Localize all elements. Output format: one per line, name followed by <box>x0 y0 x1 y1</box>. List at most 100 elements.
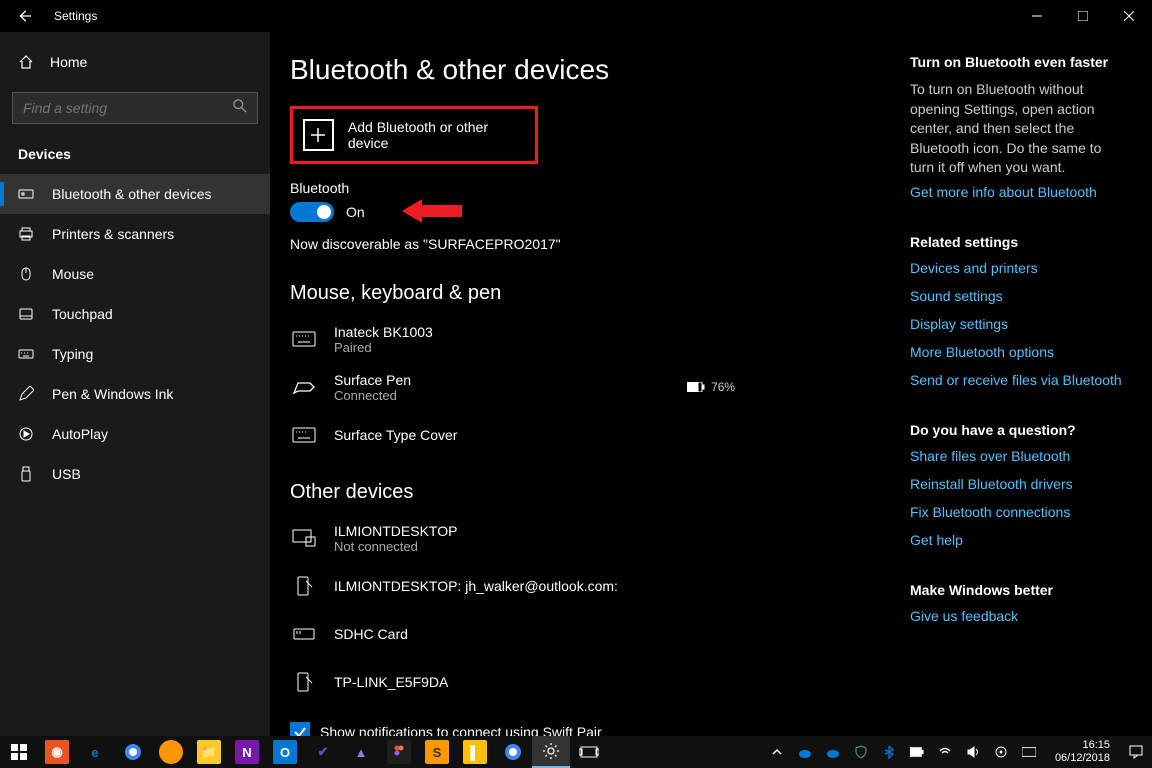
tray-chevron-up-icon[interactable] <box>769 744 785 760</box>
main-panel: Bluetooth & other devices Add Bluetooth … <box>290 54 910 736</box>
tray-onedrive-icon[interactable] <box>797 744 813 760</box>
tray-onedrive-icon[interactable] <box>825 744 841 760</box>
related-link[interactable]: More Bluetooth options <box>910 344 1124 360</box>
add-device-highlight: Add Bluetooth or other device <box>290 106 538 164</box>
close-button[interactable] <box>1106 0 1152 32</box>
desktop-icon <box>290 528 318 548</box>
sidebar-section-header: Devices <box>0 138 270 174</box>
device-name: ILMIONTDESKTOP <box>334 523 457 539</box>
keyboard-icon <box>290 329 318 349</box>
related-link[interactable]: Send or receive files via Bluetooth <box>910 372 1124 388</box>
taskbar-chrome[interactable] <box>494 736 532 768</box>
page-title: Bluetooth & other devices <box>290 54 910 86</box>
tip-heading: Turn on Bluetooth even faster <box>910 54 1124 70</box>
tip-more-link[interactable]: Get more info about Bluetooth <box>910 184 1124 200</box>
nav-pen[interactable]: Pen & Windows Ink <box>0 374 270 414</box>
pen-icon <box>290 377 318 397</box>
tray-location-icon[interactable] <box>993 744 1009 760</box>
home-nav[interactable]: Home <box>0 42 270 82</box>
taskbar-todo[interactable]: ✔ <box>304 736 342 768</box>
nav-label: AutoPlay <box>52 426 108 442</box>
taskbar-firefox[interactable] <box>152 736 190 768</box>
related-link[interactable]: Display settings <box>910 316 1124 332</box>
taskbar-onenote[interactable]: N <box>228 736 266 768</box>
plus-icon <box>303 119 334 151</box>
taskbar-sublime[interactable]: S <box>418 736 456 768</box>
help-link[interactable]: Get help <box>910 532 1124 548</box>
device-item[interactable]: Surface Type Cover <box>290 411 910 459</box>
help-link[interactable]: Fix Bluetooth connections <box>910 504 1124 520</box>
tray-bluetooth-icon[interactable] <box>881 744 897 760</box>
nav-label: Bluetooth & other devices <box>52 186 212 202</box>
section-other-devices: Other devices <box>290 481 910 504</box>
start-button[interactable] <box>0 736 38 768</box>
device-item[interactable]: ILMIONTDESKTOP: jh_walker@outlook.com: <box>290 562 910 610</box>
taskbar-app[interactable]: ▲ <box>342 736 380 768</box>
nav-usb[interactable]: USB <box>0 454 270 494</box>
phone-icon <box>290 576 318 596</box>
action-center-icon[interactable] <box>1128 744 1144 760</box>
taskbar-taskview[interactable] <box>570 736 608 768</box>
aside-panel: Turn on Bluetooth even faster To turn on… <box>910 54 1140 736</box>
minimize-button[interactable] <box>1014 0 1060 32</box>
search-input[interactable] <box>23 100 233 116</box>
help-link[interactable]: Reinstall Bluetooth drivers <box>910 476 1124 492</box>
swift-pair-checkbox-row[interactable]: Show notifications to connect using Swif… <box>290 722 910 736</box>
tray-keyboard-icon[interactable] <box>1021 744 1037 760</box>
device-item[interactable]: ILMIONTDESKTOPNot connected <box>290 514 910 562</box>
taskbar-app[interactable]: ▌ <box>456 736 494 768</box>
touchpad-icon <box>18 306 34 322</box>
search-box[interactable] <box>12 92 258 124</box>
taskbar-figma[interactable] <box>380 736 418 768</box>
device-item[interactable]: SDHC Card <box>290 610 910 658</box>
tray-security-icon[interactable] <box>853 744 869 760</box>
tray-battery-icon[interactable] <box>909 744 925 760</box>
nav-label: Pen & Windows Ink <box>52 386 173 402</box>
usb-icon <box>18 466 34 482</box>
home-label: Home <box>50 54 87 70</box>
bluetooth-toggle[interactable] <box>290 202 334 222</box>
device-item[interactable]: Surface PenConnected 76% <box>290 363 910 411</box>
printer-icon <box>18 226 34 242</box>
tray-wifi-icon[interactable] <box>937 744 953 760</box>
nav-label: Mouse <box>52 266 94 282</box>
device-item[interactable]: TP-LINK_E5F9DA <box>290 658 910 706</box>
taskbar-edge[interactable]: e <box>76 736 114 768</box>
taskbar-clock[interactable]: 16:15 06/12/2018 <box>1049 739 1116 765</box>
window-controls <box>1014 0 1152 32</box>
feedback-link[interactable]: Give us feedback <box>910 608 1124 624</box>
content-area: Bluetooth & other devices Add Bluetooth … <box>270 32 1152 736</box>
annotation-arrow <box>402 196 462 231</box>
help-link[interactable]: Share files over Bluetooth <box>910 448 1124 464</box>
nav-mouse[interactable]: Mouse <box>0 254 270 294</box>
nav-autoplay[interactable]: AutoPlay <box>0 414 270 454</box>
nav-touchpad[interactable]: Touchpad <box>0 294 270 334</box>
add-device-label: Add Bluetooth or other device <box>348 119 525 151</box>
taskbar-settings[interactable] <box>532 736 570 768</box>
add-device-button[interactable]: Add Bluetooth or other device <box>299 115 529 155</box>
maximize-button[interactable] <box>1060 0 1106 32</box>
device-status: Paired <box>334 340 433 355</box>
bluetooth-devices-icon <box>18 186 34 202</box>
taskbar-outlook[interactable]: O <box>266 736 304 768</box>
back-button[interactable] <box>0 0 48 32</box>
tray-volume-icon[interactable] <box>965 744 981 760</box>
taskbar-explorer[interactable]: 📁 <box>190 736 228 768</box>
nav-typing[interactable]: Typing <box>0 334 270 374</box>
related-link[interactable]: Sound settings <box>910 288 1124 304</box>
discoverable-text: Now discoverable as "SURFACEPRO2017" <box>290 236 910 252</box>
taskbar-app[interactable]: ◉ <box>38 736 76 768</box>
taskbar-chrome[interactable] <box>114 736 152 768</box>
system-tray: 16:15 06/12/2018 <box>769 739 1152 765</box>
related-link[interactable]: Devices and printers <box>910 260 1124 276</box>
device-item[interactable]: Inateck BK1003Paired <box>290 315 910 363</box>
device-name: Surface Type Cover <box>334 427 457 443</box>
pen-icon <box>18 386 34 402</box>
keyboard-icon <box>18 346 34 362</box>
mouse-icon <box>18 266 34 282</box>
swift-pair-label: Show notifications to connect using Swif… <box>320 724 602 736</box>
nav-bluetooth-devices[interactable]: Bluetooth & other devices <box>0 174 270 214</box>
bluetooth-toggle-state: On <box>346 204 365 220</box>
feedback-heading: Make Windows better <box>910 582 1124 598</box>
nav-printers[interactable]: Printers & scanners <box>0 214 270 254</box>
